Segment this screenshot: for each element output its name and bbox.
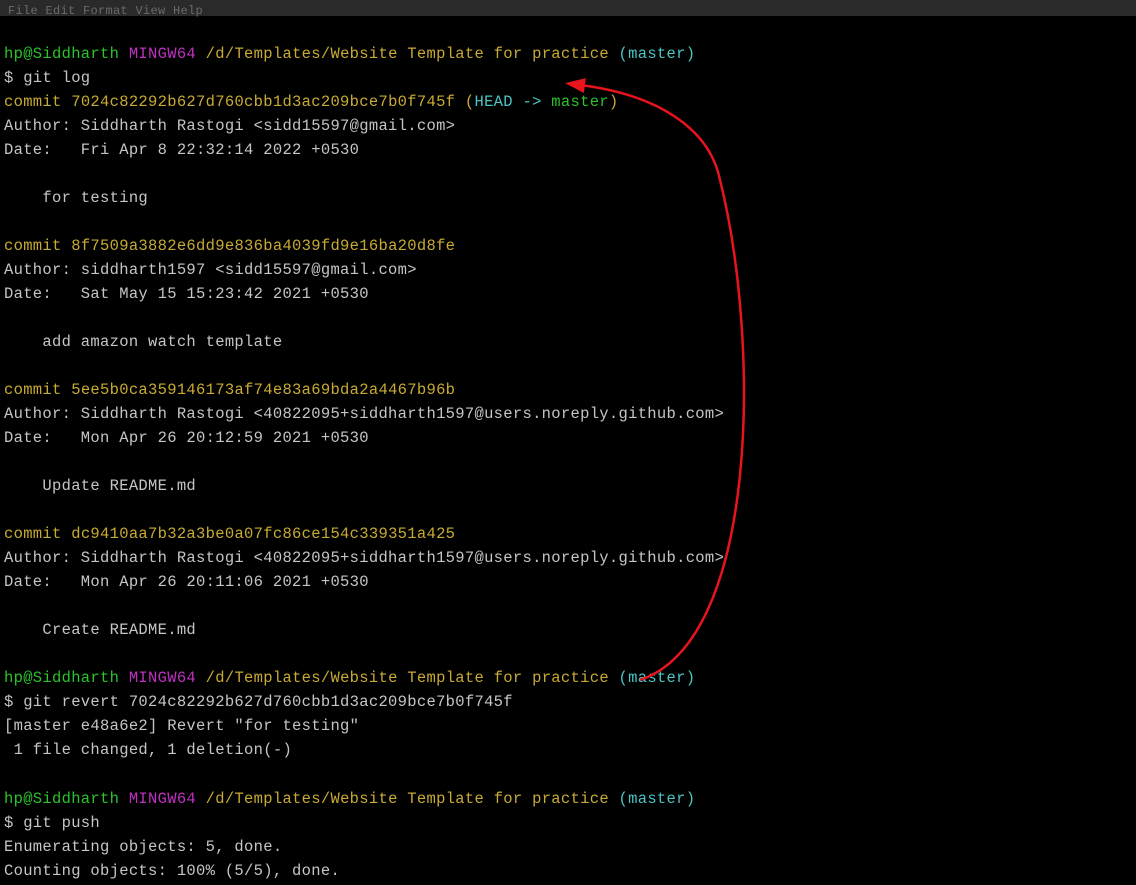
ref-open: ( (455, 93, 474, 111)
commit-date: Date: Fri Apr 8 22:32:14 2022 +0530 (4, 141, 359, 159)
commit-message: Create README.md (4, 621, 196, 639)
commit-label: commit (4, 525, 71, 543)
commit-author: Author: Siddharth Rastogi <sidd15597@gma… (4, 117, 455, 135)
commit-author: Author: Siddharth Rastogi <40822095+sidd… (4, 405, 724, 423)
menubar[interactable]: File Edit Format View Help (0, 0, 1136, 16)
branch-ref: master (551, 93, 609, 111)
prompt-branch: (master) (619, 790, 696, 808)
prompt-path: /d/Templates/Website Template for practi… (206, 669, 609, 687)
commit-date: Date: Mon Apr 26 20:12:59 2021 +0530 (4, 429, 369, 447)
commit-message: add amazon watch template (4, 333, 282, 351)
prompt-user: hp@Siddharth (4, 790, 119, 808)
commit-author: Author: Siddharth Rastogi <40822095+sidd… (4, 549, 724, 567)
commit-label: commit (4, 237, 71, 255)
command-git-push: $ git push (4, 814, 100, 832)
commit-hash: 7024c82292b627d760cbb1d3ac209bce7b0f745f (71, 93, 455, 111)
command-git-log: $ git log (4, 69, 90, 87)
prompt-path: /d/Templates/Website Template for practi… (206, 45, 609, 63)
commit-date: Date: Sat May 15 15:23:42 2021 +0530 (4, 285, 369, 303)
prompt-user: hp@Siddharth (4, 669, 119, 687)
commit-message: Update README.md (4, 477, 196, 495)
push-output: Enumerating objects: 5, done. (4, 838, 282, 856)
revert-output: 1 file changed, 1 deletion(-) (4, 741, 292, 759)
prompt-branch: (master) (619, 45, 696, 63)
commit-date: Date: Mon Apr 26 20:11:06 2021 +0530 (4, 573, 369, 591)
head-ref: HEAD -> (474, 93, 551, 111)
prompt-env: MINGW64 (129, 45, 196, 63)
commit-message: for testing (4, 189, 148, 207)
commit-author: Author: siddharth1597 <sidd15597@gmail.c… (4, 261, 417, 279)
ref-close: ) (609, 93, 619, 111)
command-git-revert: $ git revert 7024c82292b627d760cbb1d3ac2… (4, 693, 513, 711)
revert-output: [master e48a6e2] Revert "for testing" (4, 717, 359, 735)
prompt-user: hp@Siddharth (4, 45, 119, 63)
prompt-env: MINGW64 (129, 790, 196, 808)
prompt-path: /d/Templates/Website Template for practi… (206, 790, 609, 808)
commit-label: commit (4, 381, 71, 399)
commit-hash: 5ee5b0ca359146173af74e83a69bda2a4467b96b (71, 381, 455, 399)
commit-label: commit (4, 93, 71, 111)
prompt-env: MINGW64 (129, 669, 196, 687)
commit-hash: 8f7509a3882e6dd9e836ba4039fd9e16ba20d8fe (71, 237, 455, 255)
push-output: Counting objects: 100% (5/5), done. (4, 862, 340, 880)
terminal-output[interactable]: hp@Siddharth MINGW64 /d/Templates/Websit… (0, 16, 1136, 885)
commit-hash: dc9410aa7b32a3be0a07fc86ce154c339351a425 (71, 525, 455, 543)
prompt-branch: (master) (619, 669, 696, 687)
